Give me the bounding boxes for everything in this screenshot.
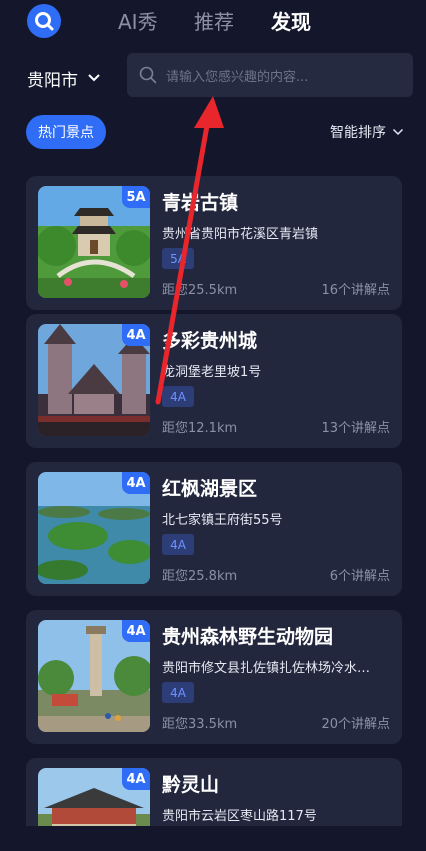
spot-card[interactable]: 4A 多彩贵州城 龙洞堡老里坡1号 4A 距您12.1km 13个讲解点 — [26, 314, 402, 448]
spot-thumbnail: 4A — [38, 620, 150, 732]
search-input[interactable]: 请输入您感兴趣的内容... — [127, 53, 413, 97]
level-tag: 4A — [162, 682, 194, 703]
search-logo-icon[interactable] — [27, 4, 61, 38]
search-icon — [139, 66, 157, 84]
level-tag: 4A — [162, 534, 194, 555]
spot-thumbnail: 4A — [38, 472, 150, 584]
spot-name: 贵州森林野生动物园 — [162, 626, 334, 648]
level-badge: 4A — [122, 324, 150, 346]
level-tag: 4A — [162, 386, 194, 407]
tab-recommend[interactable]: 推荐 — [194, 9, 234, 35]
spot-address: 北七家镇王府街55号 — [162, 513, 283, 528]
spot-name: 红枫湖景区 — [162, 478, 258, 500]
level-badge: 4A — [122, 472, 150, 494]
bottom-edge — [0, 826, 426, 851]
spot-card[interactable]: 4A 黔灵山 贵阳市云岩区枣山路117号 — [26, 758, 402, 826]
chevron-down-icon — [88, 74, 100, 82]
spot-guide-points: 16个讲解点 — [321, 283, 390, 298]
tab-discover[interactable]: 发现 — [271, 9, 311, 35]
tab-ai-show[interactable]: AI秀 — [118, 9, 158, 35]
spot-thumbnail: 4A — [38, 324, 150, 436]
spot-guide-points: 6个讲解点 — [329, 569, 390, 584]
spot-card[interactable]: 4A 红枫湖景区 北七家镇王府街55号 4A 距您25.8km 6个讲解点 — [26, 462, 402, 596]
hot-spots-chip[interactable]: 热门景点 — [26, 115, 106, 149]
spot-distance: 距您12.1km — [162, 421, 238, 436]
level-badge: 5A — [122, 186, 150, 208]
spot-thumbnail: 5A — [38, 186, 150, 298]
level-badge: 4A — [122, 620, 150, 642]
spot-name: 多彩贵州城 — [162, 330, 258, 352]
top-bar: AI秀 推荐 发现 — [0, 0, 426, 46]
level-tag: 5A — [162, 248, 194, 269]
spot-address: 贵阳市修文县扎佐镇扎佐林场冷水… — [162, 661, 371, 676]
spot-distance: 距您25.8km — [162, 569, 238, 584]
spot-card[interactable]: 4A 贵州森林野生动物园 贵阳市修文县扎佐镇扎佐林场冷水… 4A 距您33.5k… — [26, 610, 402, 744]
spot-distance: 距您25.5km — [162, 283, 238, 298]
chevron-down-icon — [392, 128, 404, 136]
spot-thumbnail: 4A — [38, 768, 150, 826]
spot-distance: 距您33.5km — [162, 717, 238, 732]
level-badge: 4A — [122, 768, 150, 790]
spot-card[interactable]: 5A 青岩古镇 贵州省贵阳市花溪区青岩镇 5A 距您25.5km 16个讲解点 — [26, 176, 402, 310]
city-selector[interactable]: 贵阳市 — [27, 66, 101, 91]
search-placeholder: 请输入您感兴趣的内容... — [166, 69, 309, 85]
spot-guide-points: 13个讲解点 — [321, 421, 390, 436]
spot-guide-points: 20个讲解点 — [321, 717, 390, 732]
spot-address: 贵阳市云岩区枣山路117号 — [162, 809, 317, 824]
sort-label: 智能排序 — [330, 125, 386, 141]
spot-name: 黔灵山 — [162, 774, 220, 796]
spot-address: 龙洞堡老里坡1号 — [162, 365, 262, 380]
city-label: 贵阳市 — [27, 70, 78, 91]
sort-dropdown[interactable]: 智能排序 — [330, 122, 404, 142]
spot-address: 贵州省贵阳市花溪区青岩镇 — [162, 227, 319, 242]
spot-list[interactable]: 5A 青岩古镇 贵州省贵阳市花溪区青岩镇 5A 距您25.5km 16个讲解点 … — [26, 166, 402, 826]
spot-name: 青岩古镇 — [162, 192, 239, 214]
